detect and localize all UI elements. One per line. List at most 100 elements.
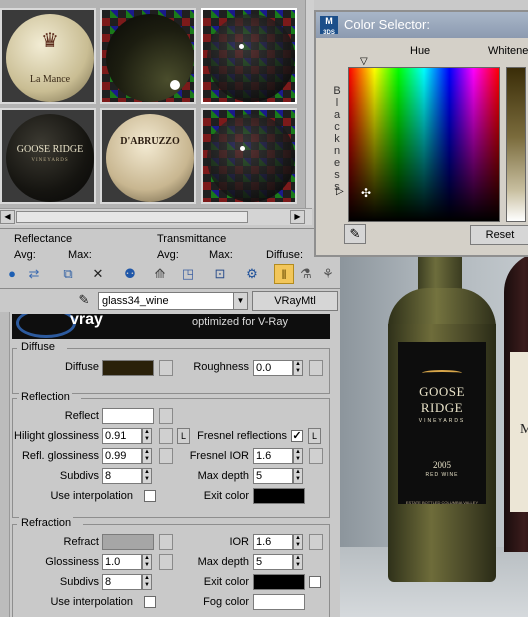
material-slot-2[interactable] (100, 8, 196, 104)
roughness-map-button[interactable] (309, 360, 323, 376)
hue-blackness-picker[interactable]: ✣ (348, 67, 500, 222)
bottle-neck (418, 252, 462, 292)
reflection-use-interpolation-label: Use interpolation (50, 490, 133, 502)
reflection-subdivs-value[interactable]: 8 (102, 468, 142, 484)
scroll-left-icon[interactable]: ◀ (0, 210, 15, 224)
refraction-exit-color-swatch[interactable] (253, 574, 305, 590)
go-forward-sibling-icon[interactable]: ⚗ (296, 264, 316, 284)
roughness-spinner[interactable]: 0.0 ▲ ▼ (253, 360, 305, 376)
make-unique-icon[interactable]: ⚉ (120, 264, 140, 284)
fog-color-label: Fog color (203, 596, 249, 608)
refraction-use-interpolation-checkbox[interactable] (144, 596, 156, 608)
refraction-glossiness-spinner[interactable]: 1.0 ▲ ▼ (102, 554, 154, 570)
refraction-subdivs-spinner[interactable]: 8 ▲ ▼ (102, 574, 154, 590)
spinner-arrows-icon[interactable]: ▲ ▼ (142, 448, 152, 464)
go-to-parent-icon[interactable]: ‖ (274, 264, 294, 284)
slots-horizontal-scrollbar[interactable]: ◀ ▶ (0, 208, 312, 225)
show-end-result-icon[interactable]: ⚙ (242, 264, 262, 284)
refraction-group: Refraction Refract IOR 1.6 ▲ ▼ Glossiness… (12, 517, 330, 617)
assign-to-selection-icon[interactable]: ⧉ (58, 264, 78, 284)
put-to-library-icon[interactable]: ⟰ (150, 264, 170, 284)
ior-value[interactable]: 1.6 (253, 534, 293, 550)
hilight-glossiness-value[interactable]: 0.91 (102, 428, 142, 444)
reflectance-avg-label: Avg: (14, 249, 36, 261)
bottle-label: GOOSE RIDGE VINEYARDS 2005 RED WINE ESTA… (398, 342, 486, 505)
fresnel-reflections-label: Fresnel reflections (197, 430, 287, 442)
blackness-pointer-icon[interactable]: ▷ (336, 186, 344, 197)
sample-sphere (207, 14, 295, 102)
reflection-max-depth-value[interactable]: 5 (253, 468, 293, 484)
reflection-use-interpolation-checkbox[interactable] (144, 490, 156, 502)
roughness-value[interactable]: 0.0 (253, 360, 293, 376)
reflection-exit-color-swatch[interactable] (253, 488, 305, 504)
material-slot-5[interactable]: D'ABRUZZO (100, 108, 196, 204)
diffuse-color-swatch[interactable] (102, 360, 154, 376)
fresnel-lock-button[interactable]: L (308, 428, 321, 444)
material-type-button[interactable]: VRayMtl (252, 291, 338, 311)
eyedropper-icon[interactable]: ✎ (74, 290, 94, 310)
scroll-thumb[interactable] (16, 211, 248, 223)
goose-logo-icon (422, 370, 462, 376)
fog-color-swatch[interactable] (253, 594, 305, 610)
reflect-color-swatch[interactable] (102, 408, 154, 424)
hilight-glossiness-spinner[interactable]: 0.91 ▲ ▼ (102, 428, 154, 444)
reflection-subdivs-spinner[interactable]: 8 ▲ ▼ (102, 468, 154, 484)
material-slot-4[interactable]: GOOSE RIDGE VINEYARDS (0, 108, 96, 204)
render-viewport: GOOSE RIDGE VINEYARDS 2005 RED WINE ESTA… (340, 252, 528, 617)
fresnel-ior-spinner[interactable]: 1.6 ▲ ▼ (253, 448, 305, 464)
refraction-max-depth-value[interactable]: 5 (253, 554, 293, 570)
refraction-max-depth-spinner[interactable]: 5 ▲ ▼ (253, 554, 305, 570)
material-id-icon[interactable]: ◳ (178, 264, 198, 284)
spinner-arrows-icon[interactable]: ▲ ▼ (142, 468, 152, 484)
eyedropper-icon[interactable]: ✎ (344, 224, 366, 244)
refl-glossiness-spinner[interactable]: 0.99 ▲ ▼ (102, 448, 154, 464)
rollout-scrollbar[interactable] (0, 312, 10, 617)
dialog-title-bar[interactable]: M 3DS Color Selector: (316, 12, 528, 38)
material-slot-1[interactable]: ♛ La Mance (0, 8, 96, 104)
refraction-glossiness-value[interactable]: 1.0 (102, 554, 142, 570)
delete-icon[interactable]: ✕ (88, 264, 108, 284)
whiteness-slider[interactable] (506, 67, 526, 222)
spinner-arrows-icon[interactable]: ▲ ▼ (142, 554, 152, 570)
spinner-arrows-icon[interactable]: ▲ ▼ (142, 428, 152, 444)
material-slot-6[interactable] (201, 108, 297, 204)
material-name-field[interactable]: glass34_wine ▼ (98, 292, 248, 310)
group-border (13, 348, 17, 349)
fresnel-ior-map-button[interactable] (309, 448, 323, 464)
material-slot-3[interactable] (201, 8, 297, 104)
refraction-subdivs-value[interactable]: 8 (102, 574, 142, 590)
reflection-max-depth-spinner[interactable]: 5 ▲ ▼ (253, 468, 305, 484)
slots-vertical-scrollbar[interactable] (305, 0, 314, 208)
reflection-group-title: Reflection (19, 391, 72, 403)
spinner-arrows-icon[interactable]: ▲ ▼ (293, 534, 303, 550)
get-material-icon[interactable]: ● (2, 264, 22, 284)
put-to-scene-icon[interactable]: ⇄ (24, 264, 44, 284)
crosshair-icon[interactable]: ✣ (361, 186, 371, 200)
specular-highlight (239, 44, 244, 49)
group-border (83, 524, 329, 525)
hue-pointer-icon[interactable]: ▽ (360, 56, 368, 67)
fresnel-ior-value[interactable]: 1.6 (253, 448, 293, 464)
spinner-arrows-icon[interactable]: ▲ ▼ (293, 448, 303, 464)
ior-map-button[interactable] (309, 534, 323, 550)
ior-spinner[interactable]: 1.6 ▲ ▼ (253, 534, 305, 550)
sample-sphere: GOOSE RIDGE VINEYARDS (6, 114, 94, 202)
spinner-arrows-icon[interactable]: ▲ ▼ (142, 574, 152, 590)
spinner-arrows-icon[interactable]: ▲ ▼ (293, 468, 303, 484)
label-sub: VINEYARDS (418, 418, 466, 424)
refl-glossiness-value[interactable]: 0.99 (102, 448, 142, 464)
reflect-map-button[interactable] (159, 408, 173, 424)
pick-material-icon[interactable]: ⚘ (318, 264, 338, 284)
scroll-right-icon[interactable]: ▶ (290, 210, 305, 224)
chevron-down-icon[interactable]: ▼ (233, 293, 247, 309)
sample-sphere: D'ABRUZZO (106, 114, 194, 202)
fresnel-reflections-checkbox[interactable]: ✓ (291, 430, 303, 442)
hilight-glossiness-label: Hilight glossiness (14, 430, 99, 442)
show-map-icon[interactable]: ⊡ (210, 264, 230, 284)
exit-color-checkbox[interactable] (309, 576, 321, 588)
spinner-arrows-icon[interactable]: ▲ ▼ (293, 360, 303, 376)
reset-button[interactable]: Reset (470, 225, 528, 245)
refract-color-swatch[interactable] (102, 534, 154, 550)
spinner-arrows-icon[interactable]: ▲ ▼ (293, 554, 303, 570)
blackness-letter: k (334, 133, 340, 145)
